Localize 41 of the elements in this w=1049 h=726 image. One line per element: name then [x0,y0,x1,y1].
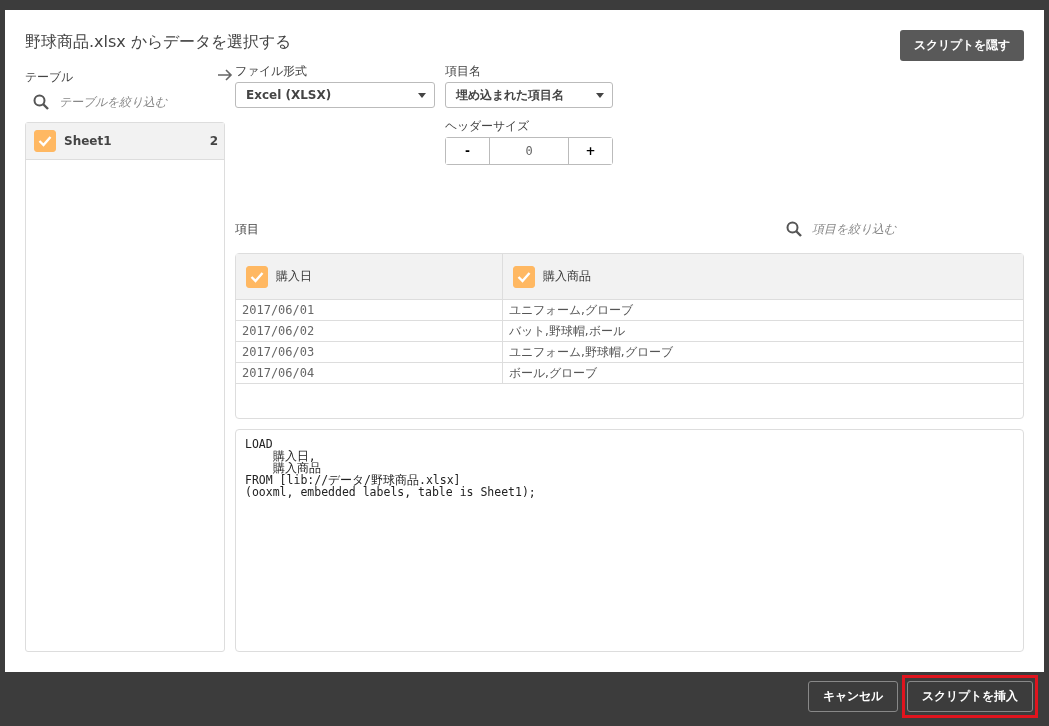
checkbox[interactable] [246,265,268,288]
table-cell: バット,野球帽,ボール [502,321,1023,341]
column-header: 購入日 [276,268,312,285]
arrow-icon [217,69,233,81]
checkmark-icon [38,135,52,147]
search-icon [786,221,802,237]
code-line: 購入日, [271,450,316,462]
caret-icon [596,92,604,98]
table-cell: ボール,グローブ [502,363,1023,383]
code-line: (ooxml, embedded labels, table is Sheet1); [245,486,536,498]
dialog-title: 野球商品.xlsx からデータを選択する [25,32,291,53]
file-format-label: ファイル形式 [235,63,308,80]
table-cell-text: 2017/06/03 [241,344,316,361]
script-editor[interactable]: LOAD 購入日, 購入商品 FROM [lib://データ/野球商品.xlsx] (ooxml, embedded labels, table is Sheet1); [235,429,1024,652]
table-cell: ユニフォーム,グローブ [502,300,1023,320]
footer-button[interactable]: キャンセル [808,680,898,712]
checkmark-icon [250,270,264,283]
table-name: Sheet1 [64,134,113,148]
field-count: 2 [209,134,218,148]
table-cell: ユニフォーム,野球帽,グローブ [502,342,1023,362]
table-cell-text: 2017/06/04 [241,365,316,382]
checkbox[interactable] [34,130,56,152]
search-icon [33,94,49,110]
field-names-label: 項目名 [445,63,482,80]
checkmark-icon [517,270,531,283]
table-cell-text: 2017/06/02 [241,323,316,340]
hide-script-button[interactable]: スクリプトを隠す [900,30,1024,61]
footer-button[interactable]: スクリプトを挿入 [907,680,1033,712]
file-format-dropdown[interactable]: Excel (XLSX) [235,82,435,108]
code-line: 購入商品 [271,462,321,474]
caret-icon [418,92,426,98]
table-item[interactable]: Sheet1 2 [26,123,224,160]
code-line: LOAD [245,438,273,450]
column-header: 購入商品 [543,268,591,285]
field-names-dropdown[interactable]: 埋め込まれた項目名 [445,82,613,108]
checkbox[interactable] [513,265,535,288]
table-cell-text: 2017/06/01 [241,302,316,319]
tables-label: テーブル [25,69,73,86]
fields-label: 項目 [235,220,259,238]
code-line: FROM [lib://データ/野球商品.xlsx] [245,474,461,486]
header-size-label: ヘッダーサイズ [445,118,530,135]
